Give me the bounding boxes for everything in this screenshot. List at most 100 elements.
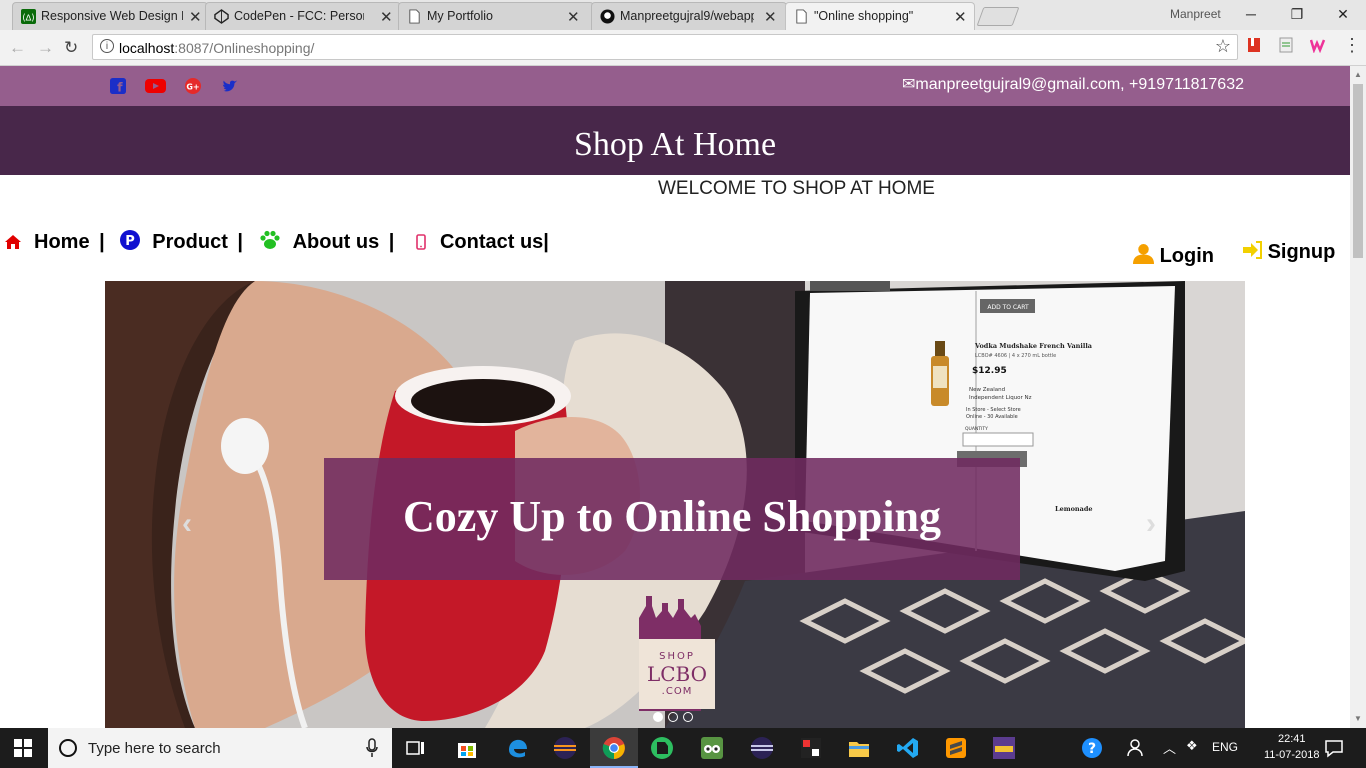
address-bar[interactable]: i localhost:8087/Onlineshopping/ ☆ [92, 34, 1238, 60]
file-explorer-icon[interactable] [847, 736, 871, 760]
dropbox-icon[interactable]: ❖ [1186, 738, 1198, 754]
eclipse-alt-icon[interactable] [750, 736, 774, 760]
github-icon [600, 9, 615, 24]
minimize-icon[interactable]: ─ [1228, 0, 1274, 30]
store-icon[interactable] [455, 736, 479, 760]
tab-title: CodePen - FCC: Personal [234, 9, 364, 23]
sign-in-arrow-icon [1243, 241, 1262, 259]
screen-product-meta: LCBO# 4606 | 4 x 270 mL bottle [975, 353, 1056, 359]
codepen-icon [214, 9, 229, 24]
site-info-icon[interactable]: i [100, 39, 114, 53]
notification-icon[interactable] [1322, 736, 1346, 760]
hero-carousel: ADD TO CART Vodka Mudshake French Vanill… [105, 281, 1245, 728]
language-indicator[interactable]: ENG [1212, 740, 1238, 754]
bookmark-extension-icon[interactable] [1246, 37, 1262, 53]
tab-title: Manpreetgujral9/webapp [620, 9, 754, 23]
evernote-icon[interactable] [650, 736, 674, 760]
people-icon[interactable] [1125, 736, 1149, 760]
close-tab-icon[interactable]: ✕ [567, 8, 580, 26]
edge-icon[interactable] [505, 736, 529, 760]
media-icon[interactable] [799, 736, 823, 760]
tripadvisor-icon[interactable] [700, 736, 724, 760]
twitter-icon[interactable] [221, 78, 239, 94]
restore-icon[interactable]: ❐ [1274, 0, 1320, 30]
svg-text:(∆): (∆) [22, 12, 34, 22]
eclipse-icon[interactable] [553, 736, 577, 760]
close-tab-icon[interactable]: ✕ [189, 8, 202, 26]
chrome-taskbar-button[interactable] [590, 728, 638, 768]
close-tab-icon[interactable]: ✕ [380, 8, 393, 26]
logo-shop-text: SHOP [659, 651, 695, 662]
browser-tab[interactable]: CodePen - FCC: Personal ✕ [205, 2, 401, 30]
windows-start-icon[interactable] [14, 739, 32, 757]
mobile-icon [416, 234, 426, 250]
taskbar-search-box[interactable]: Type here to search [48, 728, 392, 768]
carousel-dot[interactable] [683, 712, 693, 722]
nav-item-about[interactable]: About us | [259, 230, 399, 254]
reload-icon[interactable]: ↻ [64, 38, 78, 58]
svg-text:G+: G+ [186, 83, 199, 92]
menu-icon[interactable]: ⋮ [1343, 35, 1361, 56]
profile-name[interactable]: Manpreet [1170, 7, 1221, 21]
forward-icon[interactable]: → [37, 38, 54, 58]
tray-overflow-icon[interactable]: ︿ [1163, 738, 1176, 757]
chrome-icon [602, 737, 625, 760]
site-title: Shop At Home [573, 126, 777, 163]
browser-tab[interactable]: My Portfolio ✕ [398, 2, 594, 30]
back-icon[interactable]: ← [9, 38, 26, 58]
scroll-down-icon[interactable]: ▼ [1354, 714, 1362, 723]
clock-time: 22:41 [1277, 733, 1306, 745]
page-icon [796, 9, 807, 24]
product-p-icon: P [120, 230, 141, 250]
screen-online: Online - 30 Available [966, 414, 1018, 420]
clock[interactable]: 22:41 11-07-2018 [1264, 731, 1319, 763]
google-plus-icon[interactable]: G+ [184, 78, 202, 94]
browser-tab[interactable]: (∆) Responsive Web Design P ✕ [12, 2, 208, 30]
scroll-up-icon[interactable]: ▲ [1354, 70, 1362, 79]
close-tab-icon[interactable]: ✕ [764, 8, 777, 26]
nav-item-product[interactable]: P Product | [120, 230, 247, 254]
carousel-caption: Cozy Up to Online Shopping [403, 492, 941, 541]
tab-title: "Online shopping" [814, 9, 914, 23]
screen-origin: New Zealand [969, 387, 1005, 393]
task-view-icon[interactable] [404, 736, 428, 760]
signup-link[interactable]: Signup [1242, 241, 1335, 264]
sublime-icon[interactable] [944, 736, 968, 760]
browser-toolbar: ← → ↻ i localhost:8087/Onlineshopping/ ☆… [0, 30, 1366, 66]
w-extension-icon[interactable] [1310, 37, 1326, 53]
sheets-extension-icon[interactable] [1278, 37, 1294, 53]
youtube-icon[interactable] [145, 78, 166, 94]
carousel-dot[interactable] [668, 712, 678, 722]
contact-info: ✉manpreetgujral9@gmail.com, +91971181763… [902, 74, 1244, 94]
microphone-icon[interactable] [366, 738, 378, 758]
fcc-icon: (∆) [21, 9, 36, 24]
game-icon[interactable] [992, 736, 1016, 760]
new-tab-button[interactable] [976, 7, 1020, 26]
browser-tab[interactable]: Manpreetgujral9/webapp ✕ [591, 2, 787, 30]
close-window-icon[interactable]: ✕ [1320, 0, 1366, 30]
scrollbar-thumb[interactable] [1353, 84, 1363, 258]
facebook-icon[interactable]: f [109, 78, 127, 94]
carousel-prev-icon[interactable]: ‹ [182, 507, 192, 541]
nav-item-home[interactable]: Home | [4, 231, 109, 254]
vscode-icon[interactable] [896, 736, 920, 760]
screen-price: $12.95 [972, 366, 1007, 376]
svg-text:P: P [126, 234, 136, 249]
login-link[interactable]: Login [1133, 243, 1214, 268]
page-scrollbar[interactable]: ▲ ▼ [1350, 66, 1366, 728]
nav-item-contact[interactable]: Contact us| [410, 231, 549, 254]
clock-date: 11-07-2018 [1264, 749, 1320, 761]
main-nav: Home | P Product | About us | Contact us| [4, 230, 549, 254]
carousel-next-icon[interactable]: › [1146, 507, 1156, 541]
screen-lemonade: Lemonade [1055, 505, 1093, 513]
close-tab-icon[interactable]: ✕ [954, 8, 967, 26]
add-to-cart-text: ADD TO CART [987, 304, 1029, 311]
url-text[interactable]: localhost:8087/Onlineshopping/ [119, 40, 314, 56]
screen-in-store: In Store - Select Store [966, 407, 1021, 413]
browser-tab-active[interactable]: "Online shopping" ✕ [785, 2, 975, 30]
help-icon[interactable]: ? [1080, 736, 1104, 760]
svg-text:f: f [117, 79, 123, 94]
bookmark-star-icon[interactable]: ☆ [1215, 36, 1231, 57]
logo-lcbo-text: LCBO [647, 662, 707, 686]
carousel-dot-active[interactable] [653, 712, 663, 722]
